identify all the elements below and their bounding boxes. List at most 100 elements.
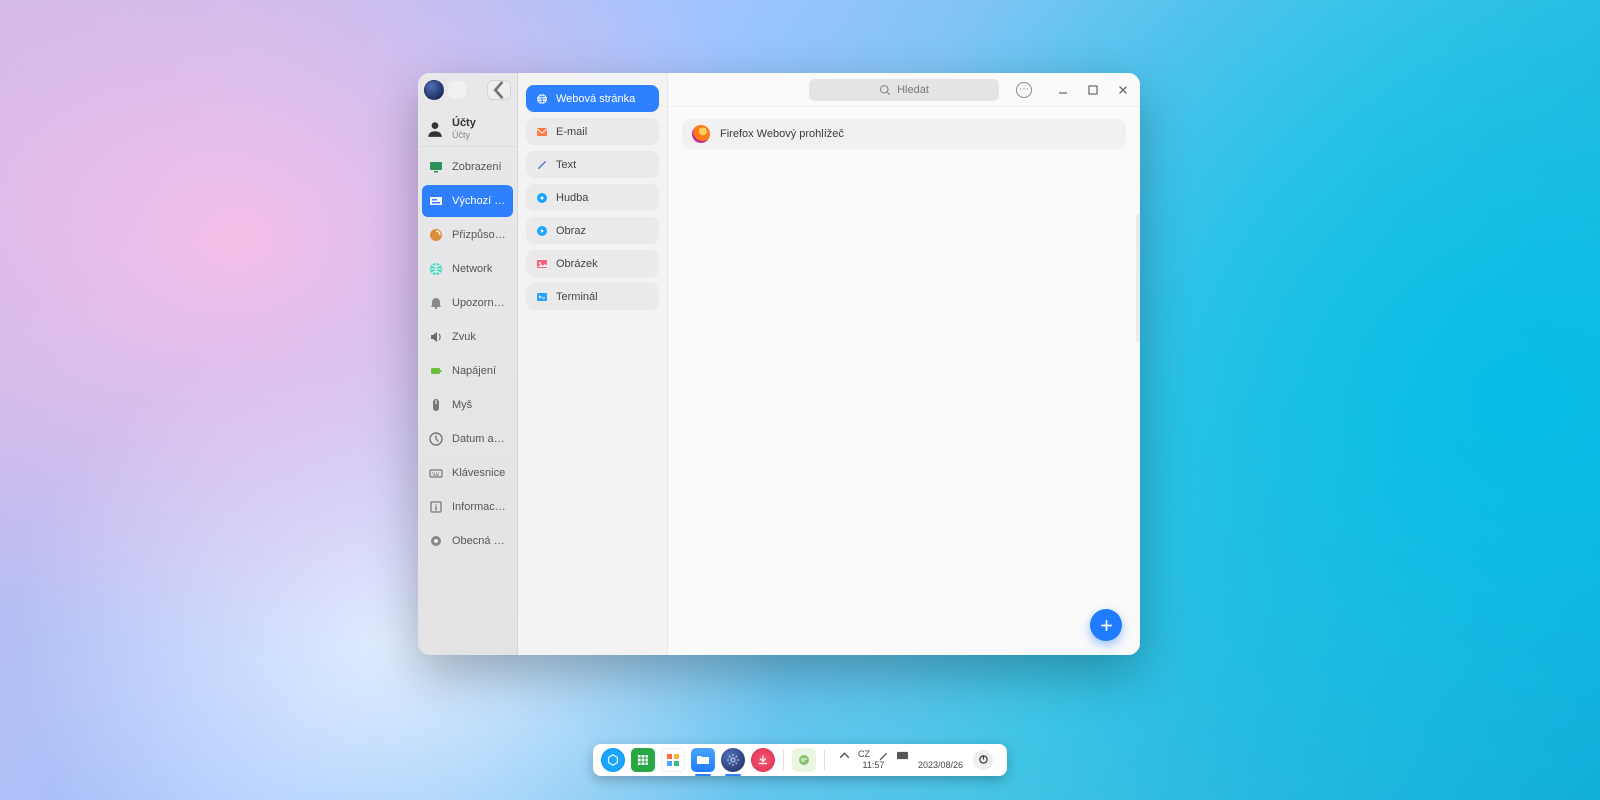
default-app-name: Firefox Webový prohlížeč — [720, 128, 844, 140]
settings-sidebar: Účty Účty Zobrazení Výchozí pr… Přizpůsob…… — [418, 73, 518, 655]
sidebar-item-customize[interactable]: Přizpůsob… — [422, 219, 513, 251]
power-icon — [978, 754, 989, 765]
download-icon[interactable] — [751, 748, 775, 772]
category-label: Text — [556, 159, 576, 171]
user-label: Účty — [452, 117, 476, 129]
video-icon — [536, 225, 548, 237]
info-icon — [428, 499, 444, 515]
sidebar-item-label: Obecná na… — [452, 535, 507, 547]
settings-window: Účty Účty Zobrazení Výchozí pr… Přizpůsob…… — [418, 73, 1140, 655]
sidebar-item-label: Informace … — [452, 501, 507, 513]
sidebar-item-display[interactable]: Zobrazení — [422, 151, 513, 183]
close-button[interactable] — [1116, 83, 1130, 97]
display-icon — [428, 159, 444, 175]
network-icon — [428, 261, 444, 277]
plus-icon — [1099, 618, 1114, 633]
user-sublabel: Účty — [452, 130, 476, 140]
sidebar-head — [418, 73, 517, 107]
category-list: Webová stránka E-mail Text Hudba Obraz Obráze… — [518, 73, 668, 655]
keyboard-icon — [428, 465, 444, 481]
os-logo-icon[interactable] — [424, 80, 444, 100]
sidebar-item-network[interactable]: Network — [422, 253, 513, 285]
minimize-button[interactable] — [1056, 83, 1070, 97]
maximize-button[interactable] — [1086, 83, 1100, 97]
search-input[interactable]: Hledat — [809, 79, 999, 101]
sidebar-item-datetime[interactable]: Datum a čas — [422, 423, 513, 455]
search-placeholder: Hledat — [897, 84, 929, 96]
category-music[interactable]: Hudba — [526, 184, 659, 211]
apps-grid-icon[interactable] — [661, 748, 685, 772]
email-icon — [536, 126, 548, 138]
customize-icon — [428, 227, 444, 243]
sidebar-item-label: Klávesnice — [452, 467, 505, 479]
category-label: E-mail — [556, 126, 587, 138]
sidebar-item-label: Myš — [452, 399, 472, 411]
firefox-icon — [692, 125, 710, 143]
pen-icon — [878, 750, 889, 761]
search-icon — [879, 84, 891, 96]
datetime-icon — [428, 431, 444, 447]
tray-date: 2023/08/26 — [918, 761, 963, 771]
power-button[interactable] — [973, 750, 993, 770]
chevron-up-icon — [839, 750, 850, 761]
settings-main: Hledat Firefox Webový prohlížeč — [668, 73, 1140, 655]
sidebar-user[interactable]: Účty Účty — [418, 107, 517, 147]
category-label: Webová stránka — [556, 93, 635, 105]
category-label: Hudba — [556, 192, 588, 204]
files-icon[interactable] — [691, 748, 715, 772]
text-icon — [536, 159, 548, 171]
scroll-edge[interactable] — [1136, 213, 1140, 343]
back-button[interactable] — [487, 80, 511, 100]
titlebar: Hledat — [668, 73, 1140, 107]
category-label: Terminál — [556, 291, 598, 303]
terminal-icon — [536, 291, 548, 303]
category-video[interactable]: Obraz — [526, 217, 659, 244]
category-label: Obraz — [556, 225, 586, 237]
user-icon — [426, 120, 444, 138]
notify-icon — [428, 295, 444, 311]
settings-body: Firefox Webový prohlížeč — [668, 107, 1140, 655]
category-email[interactable]: E-mail — [526, 118, 659, 145]
sidebar-item-notify[interactable]: Upozornění — [422, 287, 513, 319]
default-app-row[interactable]: Firefox Webový prohlížeč — [682, 119, 1126, 149]
taskbar: CZ 11:57 2023/08/26 — [593, 744, 1007, 776]
category-terminal[interactable]: Terminál — [526, 283, 659, 310]
sidebar-item-label: Upozornění — [452, 297, 507, 309]
category-text[interactable]: Text — [526, 151, 659, 178]
sidebar-item-label: Přizpůsob… — [452, 229, 507, 241]
add-button[interactable] — [1090, 609, 1122, 641]
mouse-icon — [428, 397, 444, 413]
settings-icon[interactable] — [721, 748, 745, 772]
launcher-icon[interactable] — [601, 748, 625, 772]
sidebar-item-mouse[interactable]: Myš — [422, 389, 513, 421]
category-label: Obrázek — [556, 258, 598, 270]
sidebar-item-label: Zvuk — [452, 331, 476, 343]
category-web[interactable]: Webová stránka — [526, 85, 659, 112]
general-icon — [428, 533, 444, 549]
sidebar-list: Zobrazení Výchozí pr… Přizpůsob… Network Upo… — [418, 147, 517, 561]
sidebar-item-general[interactable]: Obecná na… — [422, 525, 513, 557]
sidebar-tab-icon[interactable] — [448, 81, 466, 99]
sidebar-item-defaults[interactable]: Výchozí pr… — [422, 185, 513, 217]
menu-button[interactable] — [1016, 82, 1032, 98]
sidebar-item-power[interactable]: Napájení — [422, 355, 513, 387]
sidebar-item-sound[interactable]: Zvuk — [422, 321, 513, 353]
chat-icon[interactable] — [792, 748, 816, 772]
sound-icon — [428, 329, 444, 345]
sidebar-item-keyboard[interactable]: Klávesnice — [422, 457, 513, 489]
power-icon — [428, 363, 444, 379]
sidebar-item-label: Network — [452, 263, 492, 275]
tray-time: 11:57 — [863, 761, 885, 771]
sidebar-item-label: Datum a čas — [452, 433, 507, 445]
sidebar-item-label: Zobrazení — [452, 161, 502, 173]
taskbar-separator-2 — [824, 750, 825, 770]
spreadsheet-icon[interactable] — [631, 748, 655, 772]
category-image[interactable]: Obrázek — [526, 250, 659, 277]
defaults-icon — [428, 193, 444, 209]
web-icon — [536, 93, 548, 105]
system-tray[interactable]: CZ 11:57 2023/08/26 — [833, 750, 999, 771]
tray-lang: CZ — [858, 750, 870, 760]
music-icon — [536, 192, 548, 204]
sidebar-item-info[interactable]: Informace … — [422, 491, 513, 523]
keyboard-tray-icon — [897, 750, 908, 761]
